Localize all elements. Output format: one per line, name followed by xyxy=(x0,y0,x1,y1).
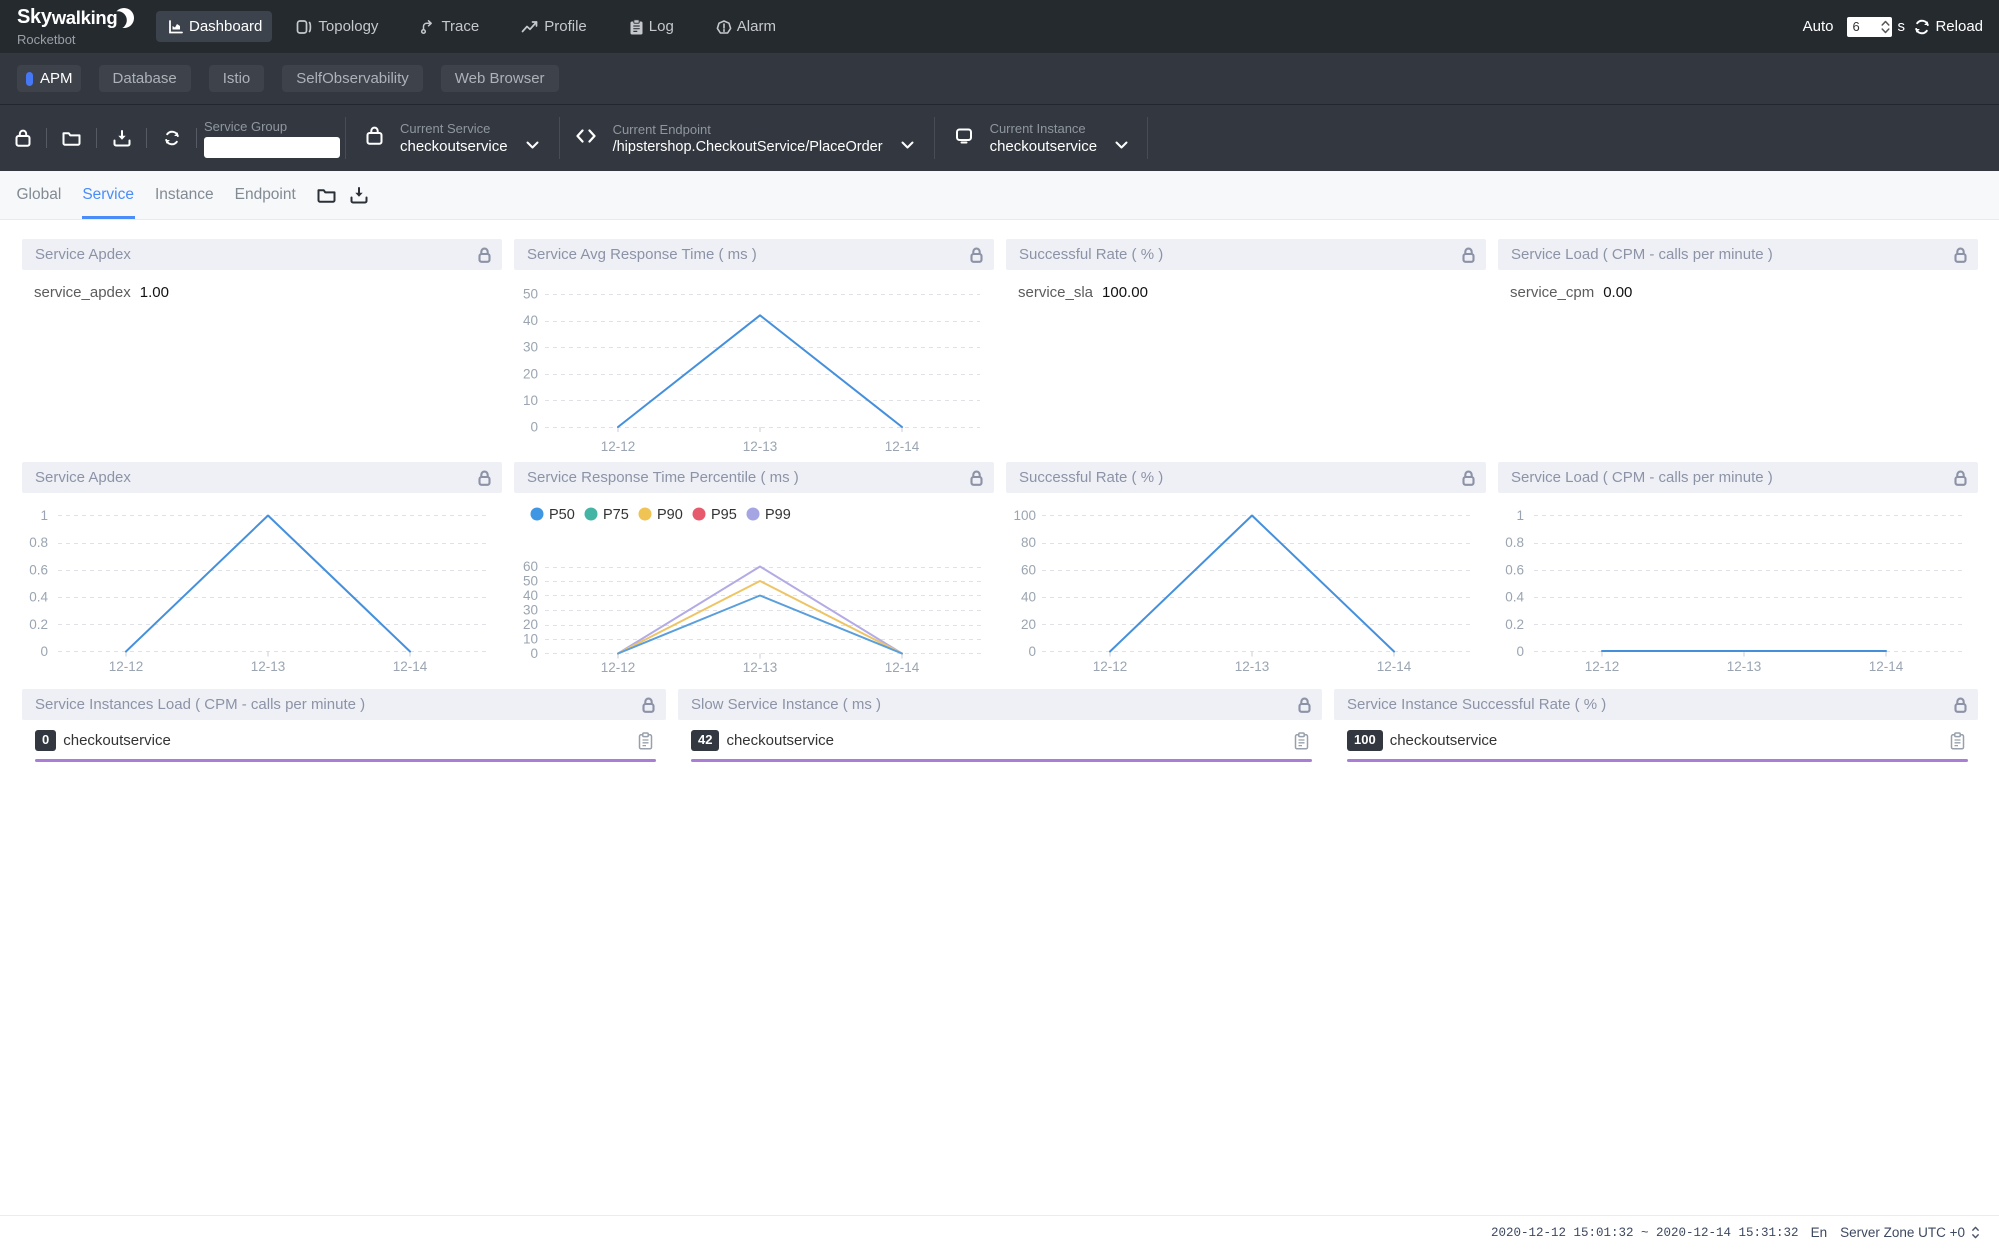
svg-text:20: 20 xyxy=(523,366,538,381)
svg-text:0.4: 0.4 xyxy=(1505,590,1524,605)
svg-text:60: 60 xyxy=(523,559,538,574)
svg-text:12-12: 12-12 xyxy=(1585,659,1620,674)
svg-text:0.8: 0.8 xyxy=(29,535,48,550)
svg-text:0.2: 0.2 xyxy=(1505,617,1524,632)
svg-text:40: 40 xyxy=(523,313,538,328)
svg-text:0.6: 0.6 xyxy=(29,562,48,577)
svg-text:12-14: 12-14 xyxy=(1869,659,1904,674)
svg-text:60: 60 xyxy=(1021,562,1036,577)
svg-text:12-14: 12-14 xyxy=(1377,659,1412,674)
svg-text:12-14: 12-14 xyxy=(393,659,428,674)
svg-text:0: 0 xyxy=(530,646,538,661)
svg-text:12-13: 12-13 xyxy=(1727,659,1762,674)
svg-text:12-12: 12-12 xyxy=(109,659,144,674)
svg-text:P50: P50 xyxy=(549,507,575,523)
svg-text:P95: P95 xyxy=(711,507,737,523)
svg-text:12-12: 12-12 xyxy=(601,439,636,454)
svg-text:1: 1 xyxy=(40,508,48,523)
svg-text:12-13: 12-13 xyxy=(743,439,778,454)
svg-text:0.8: 0.8 xyxy=(1505,535,1524,550)
svg-text:100: 100 xyxy=(1013,508,1036,523)
svg-text:50: 50 xyxy=(523,574,538,589)
svg-text:0: 0 xyxy=(40,644,48,659)
svg-text:12-12: 12-12 xyxy=(601,660,636,675)
svg-text:12-12: 12-12 xyxy=(1093,659,1128,674)
svg-text:10: 10 xyxy=(523,632,538,647)
svg-text:0.2: 0.2 xyxy=(29,617,48,632)
svg-text:12-14: 12-14 xyxy=(885,660,920,675)
svg-text:P75: P75 xyxy=(603,507,629,523)
svg-text:12-13: 12-13 xyxy=(251,659,286,674)
svg-text:10: 10 xyxy=(523,393,538,408)
svg-text:50: 50 xyxy=(523,287,538,302)
svg-text:30: 30 xyxy=(523,603,538,618)
svg-text:80: 80 xyxy=(1021,535,1036,550)
svg-text:40: 40 xyxy=(1021,590,1036,605)
svg-text:12-13: 12-13 xyxy=(1235,659,1270,674)
svg-text:0: 0 xyxy=(530,420,538,435)
svg-text:12-14: 12-14 xyxy=(885,439,920,454)
svg-text:0: 0 xyxy=(1028,644,1036,659)
svg-text:30: 30 xyxy=(523,340,538,355)
svg-text:P99: P99 xyxy=(765,507,791,523)
svg-text:20: 20 xyxy=(1021,617,1036,632)
svg-text:1: 1 xyxy=(1516,508,1524,523)
svg-text:P90: P90 xyxy=(657,507,683,523)
svg-text:0: 0 xyxy=(1516,644,1524,659)
svg-text:0.4: 0.4 xyxy=(29,590,48,605)
svg-text:20: 20 xyxy=(523,617,538,632)
svg-text:12-13: 12-13 xyxy=(743,660,778,675)
svg-text:0.6: 0.6 xyxy=(1505,562,1524,577)
svg-text:40: 40 xyxy=(523,588,538,603)
